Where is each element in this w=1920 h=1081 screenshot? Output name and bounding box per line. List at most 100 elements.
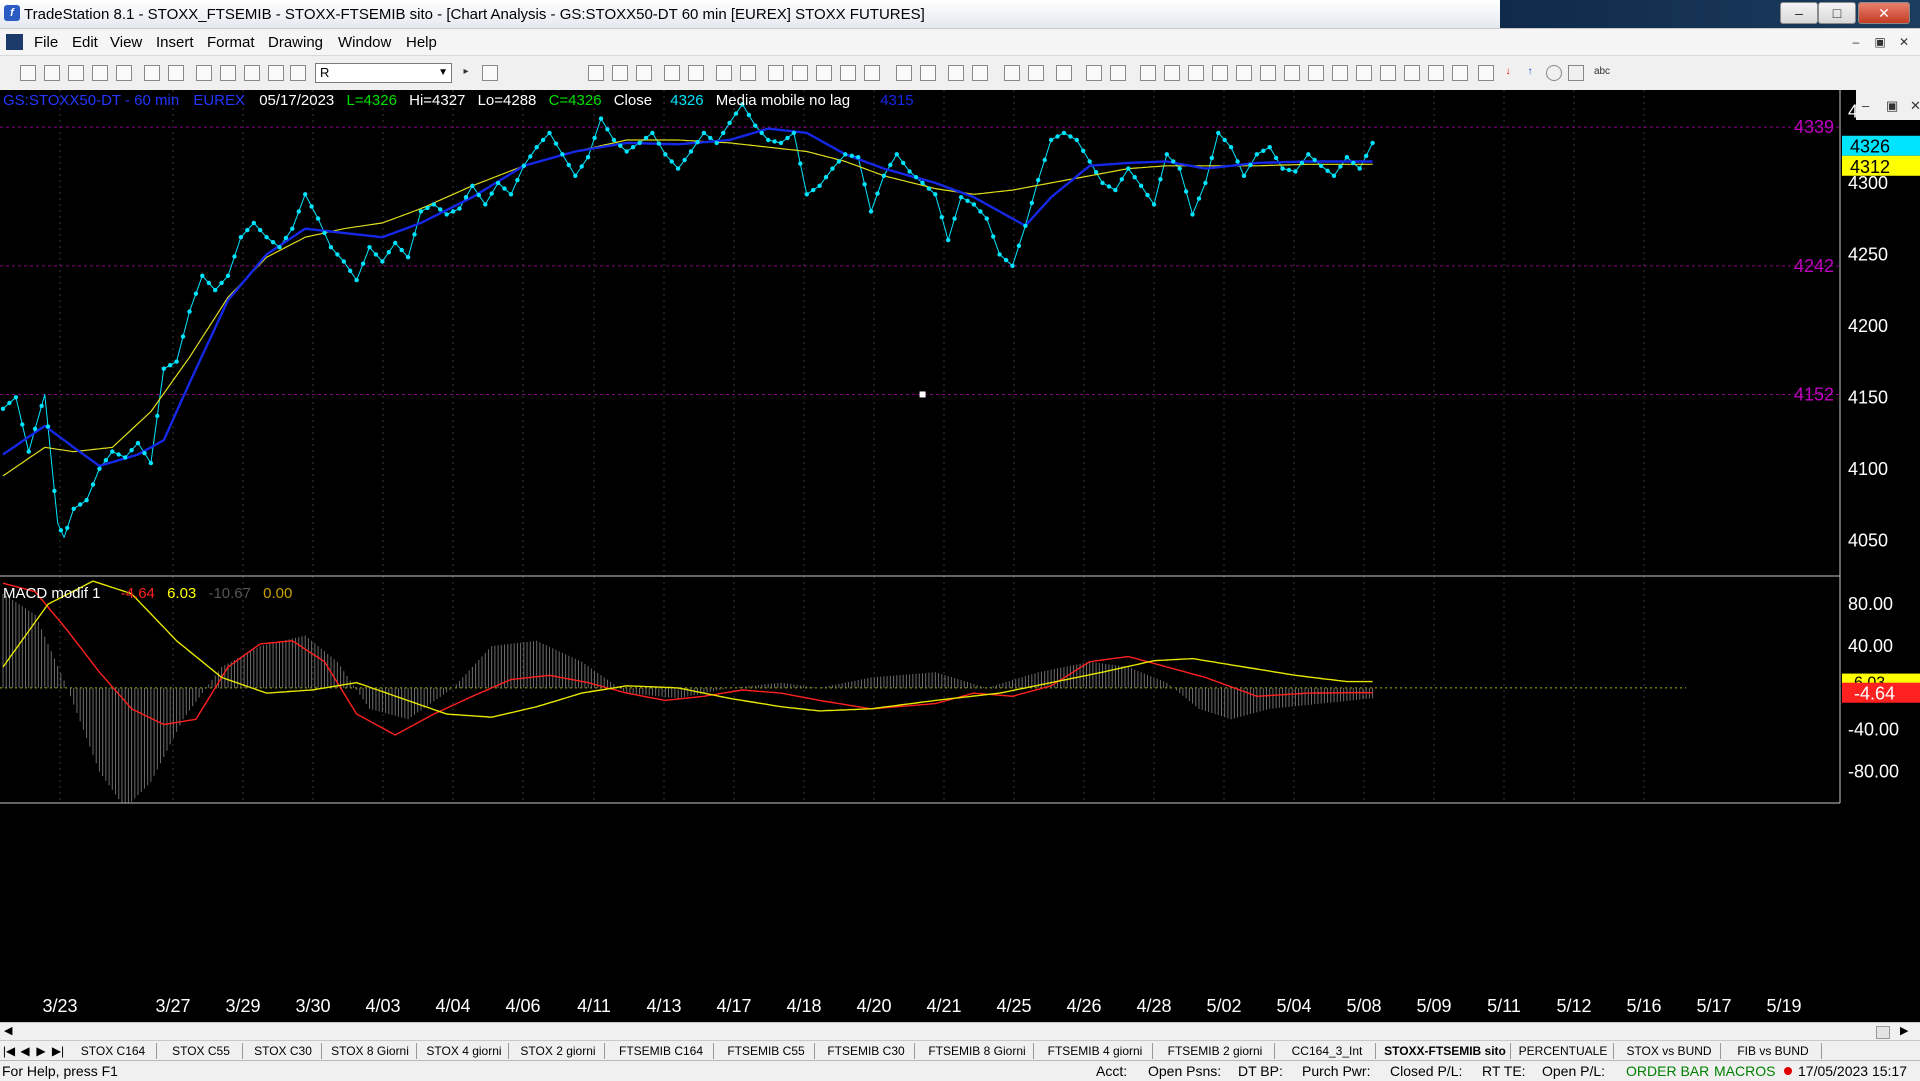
folder-icon[interactable] [116,65,132,81]
radar-icon[interactable] [768,65,784,81]
trendline-icon[interactable] [1140,65,1156,81]
tab-next-icon[interactable]: ▶ [34,1043,48,1059]
regression-icon[interactable] [1308,65,1324,81]
channel-icon[interactable] [1284,65,1300,81]
chart-close-button[interactable]: ✕ [1910,98,1920,113]
zoom-in-icon[interactable] [948,65,964,81]
pointer-icon[interactable] [1004,65,1020,81]
arrow-down-icon[interactable]: ↓ [1500,65,1516,81]
new-icon[interactable] [20,65,36,81]
workspace-tab[interactable]: STOX C55 [160,1043,243,1059]
workspace-tab[interactable]: FTSEMIB C55 [718,1043,815,1059]
workspace-tab[interactable]: STOX 8 Giorni [324,1043,417,1059]
macros-button[interactable]: MACROS [1714,1063,1775,1079]
tab-last-icon[interactable]: ▶| [50,1043,66,1059]
pen-icon[interactable] [1452,65,1468,81]
mdi-close-button[interactable]: ✕ [1895,33,1913,51]
workspace-tab[interactable]: STOX 4 giorni [420,1043,509,1059]
gann-icon[interactable] [1260,65,1276,81]
workspace-tab[interactable]: FTSEMIB C30 [818,1043,915,1059]
menu-help[interactable]: Help [406,34,437,51]
workspace-tab[interactable]: FTSEMIB 8 Giorni [921,1043,1034,1059]
magic-wand-icon[interactable] [268,65,284,81]
price-chart[interactable]: GS:STOXX50-DT - 60 min EUREX 05/17/2023 … [0,90,1920,1022]
save-icon[interactable] [144,65,160,81]
workspace-tab[interactable]: STOX C164 [70,1043,157,1059]
chart-minimize-button[interactable]: – [1862,98,1870,113]
hourglass-icon[interactable] [840,65,856,81]
window-list-2-icon[interactable] [220,65,236,81]
workspace-tab[interactable]: STOXX-FTSEMIB sito [1380,1043,1511,1059]
menu-view[interactable]: View [110,34,142,51]
scroll-thumb[interactable] [1876,1026,1890,1039]
andrews-pitchfork-icon[interactable] [1356,65,1372,81]
palette-icon[interactable] [290,65,306,81]
order-bar-button[interactable]: ORDER BAR [1626,1063,1709,1079]
menu-file[interactable]: File [34,34,58,51]
horizontal-lines-icon[interactable] [1188,65,1204,81]
chart-icon[interactable] [816,65,832,81]
arrow-horizontal-icon[interactable] [1380,65,1396,81]
ellipse-icon[interactable] [1546,65,1562,81]
vertical-lines-icon[interactable] [1164,65,1180,81]
analysis-icon[interactable] [716,65,732,81]
order-icon[interactable] [1028,65,1044,81]
zoom-out-icon[interactable] [972,65,988,81]
tab-first-icon[interactable]: |◀ [2,1043,16,1059]
format-bar-icon[interactable] [588,65,604,81]
arc-icon[interactable] [1428,65,1444,81]
workspace-tab[interactable]: FIB vs BUND [1725,1043,1822,1059]
scroll-right-icon[interactable]: ▶ [1900,1024,1908,1037]
text-icon[interactable] [1212,65,1228,81]
fibonacci-icon[interactable] [1236,65,1252,81]
menu-drawing[interactable]: Drawing [268,34,323,51]
chart-analysis-window[interactable]: GS:STOXX50-DT - 60 min EUREX 05/17/2023 … [0,90,1920,1022]
rectangle-icon[interactable] [1568,65,1584,81]
strategy-icon[interactable] [688,65,704,81]
tab-prev-icon[interactable]: ◀ [18,1043,32,1059]
workspace-tab[interactable]: STOX 2 giorni [512,1043,605,1059]
properties-icon[interactable] [1110,65,1126,81]
bar-chart-icon[interactable] [864,65,880,81]
maximize-button[interactable]: □ [1818,2,1856,24]
mdi-restore-button[interactable]: ▣ [1871,33,1889,51]
workspace-tab[interactable]: STOX vs BUND [1618,1043,1721,1059]
expand-icon[interactable] [920,65,936,81]
matrix-icon[interactable] [792,65,808,81]
data-window-icon[interactable] [1086,65,1102,81]
chevron-down-icon[interactable]: ▼ [438,64,448,82]
new-window-icon[interactable] [92,65,108,81]
close-button[interactable]: ✕ [1858,2,1910,24]
menu-format[interactable]: Format [207,34,255,51]
workspace-tab[interactable]: PERCENTUALE [1513,1043,1614,1059]
format-candle-icon[interactable] [636,65,652,81]
curve-icon[interactable] [1478,65,1494,81]
horizontal-scrollbar[interactable]: ◀ ▶ [0,1022,1920,1041]
minimize-button[interactable]: – [1780,2,1818,24]
scan-icon[interactable] [740,65,756,81]
mdi-minimize-button[interactable]: – [1847,33,1865,51]
format-line-icon[interactable] [612,65,628,81]
compress-icon[interactable] [896,65,912,81]
open-icon[interactable] [44,65,60,81]
play-icon[interactable]: ▸ [458,65,474,81]
menu-window[interactable]: Window [338,34,391,51]
window-list-icon[interactable] [196,65,212,81]
workspace-tab[interactable]: STOX C30 [245,1043,322,1059]
parallel-lines-icon[interactable] [1404,65,1420,81]
arrow-up-icon[interactable]: ↑ [1522,65,1538,81]
text-label-icon[interactable]: abc [1590,65,1614,81]
symbol-input[interactable]: R ▼ [315,63,452,83]
workspace-tab[interactable]: FTSEMIB 2 giorni [1156,1043,1275,1059]
speed-lines-icon[interactable] [1332,65,1348,81]
lock-icon[interactable] [244,65,260,81]
workspace-tab[interactable]: FTSEMIB 4 giorni [1038,1043,1153,1059]
workspace-tab[interactable]: CC164_3_Int [1279,1043,1376,1059]
indicator-icon[interactable] [664,65,680,81]
menu-edit[interactable]: Edit [72,34,98,51]
menu-insert[interactable]: Insert [156,34,194,51]
workspace-tab[interactable]: FTSEMIB C164 [609,1043,714,1059]
scroll-left-icon[interactable]: ◀ [4,1024,12,1037]
open-workspace-icon[interactable] [68,65,84,81]
tools-icon[interactable] [1056,65,1072,81]
